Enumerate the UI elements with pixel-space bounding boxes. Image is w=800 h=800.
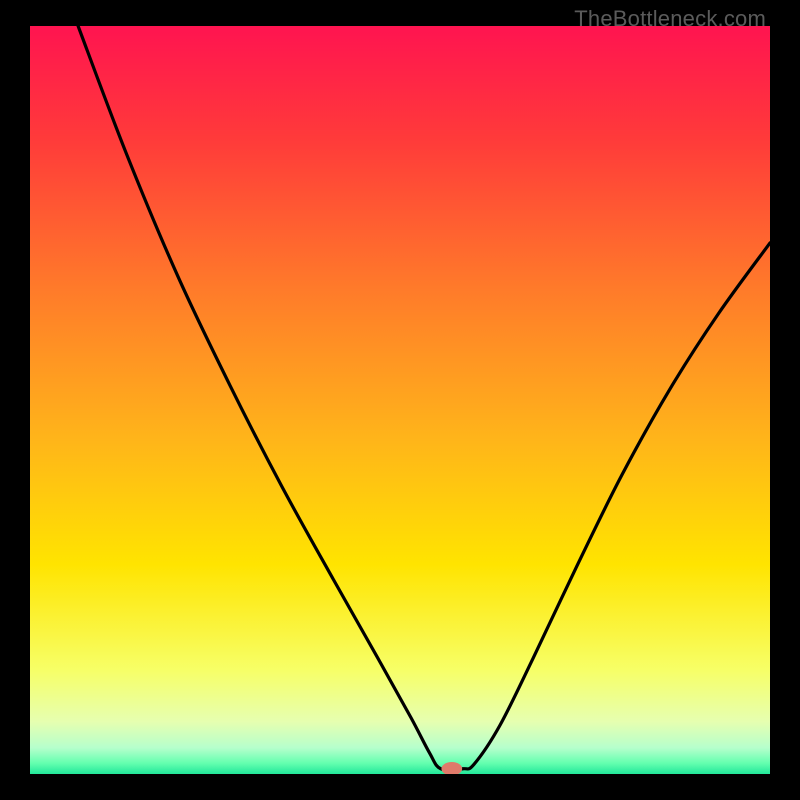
gradient-background bbox=[30, 26, 770, 774]
plot-area bbox=[30, 26, 770, 774]
chart-stage: TheBottleneck.com bbox=[0, 0, 800, 800]
chart-svg bbox=[30, 26, 770, 774]
plot-inner bbox=[30, 26, 770, 774]
